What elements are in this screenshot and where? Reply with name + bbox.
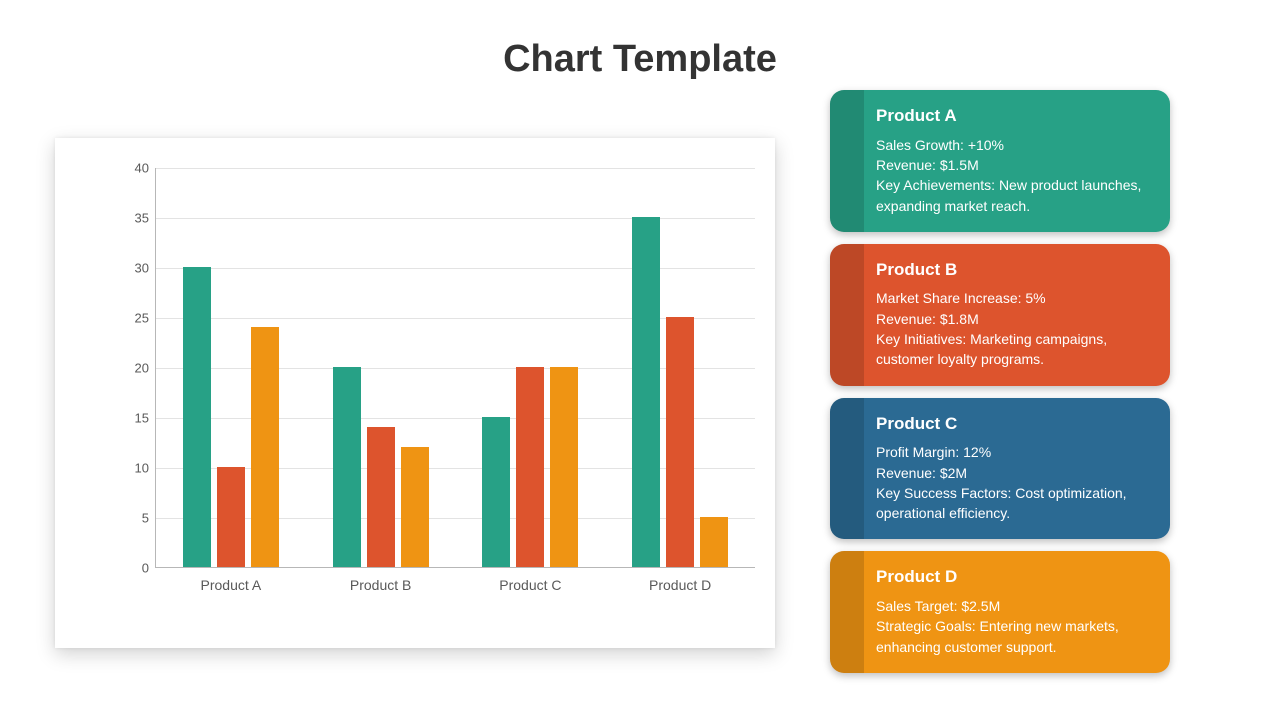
info-card: Product D Sales Target: $2.5MStrategic Go…	[830, 551, 1170, 673]
y-tick-label: 25	[115, 311, 149, 326]
bar-chart: 0510152025303540 Product AProduct BProdu…	[115, 168, 755, 588]
bar	[367, 427, 395, 567]
card-line: Key Success Factors: Cost optimization, …	[876, 483, 1150, 524]
card-line: Revenue: $1.5M	[876, 155, 1150, 175]
bar-group: Product C	[456, 168, 606, 567]
chart-panel: 0510152025303540 Product AProduct BProdu…	[55, 138, 775, 648]
x-tick-label: Product C	[456, 567, 606, 593]
bar	[217, 467, 245, 567]
card-line: Revenue: $2M	[876, 463, 1150, 483]
y-tick-label: 10	[115, 461, 149, 476]
plot-area: Product AProduct BProduct CProduct D	[155, 168, 755, 568]
x-tick-label: Product B	[306, 567, 456, 593]
y-tick-label: 35	[115, 211, 149, 226]
card-title: Product D	[876, 565, 1150, 590]
card-line: Market Share Increase: 5%	[876, 288, 1150, 308]
main: 0510152025303540 Product AProduct BProdu…	[0, 90, 1280, 720]
card-title: Product B	[876, 258, 1150, 283]
card-line: Key Initiatives: Marketing campaigns, cu…	[876, 329, 1150, 370]
card-title: Product A	[876, 104, 1150, 129]
bar-groups: Product AProduct BProduct CProduct D	[156, 168, 755, 567]
bar-group: Product B	[306, 168, 456, 567]
bar	[516, 367, 544, 567]
page: Chart Template 0 5 10 15 20 25 30 35 40 Product …	[0, 0, 1280, 720]
y-tick-label: 40	[115, 161, 149, 176]
y-tick-label: 0	[115, 561, 149, 576]
bar	[550, 367, 578, 567]
card-line: Sales Target: $2.5M	[876, 596, 1150, 616]
bar	[482, 417, 510, 567]
bar	[666, 317, 694, 567]
bar	[251, 327, 279, 567]
bar	[401, 447, 429, 567]
x-tick-label: Product D	[605, 567, 755, 593]
card-line: Strategic Goals: Entering new markets, e…	[876, 616, 1150, 657]
page-title: Chart Template	[0, 0, 1280, 81]
card-title: Product C	[876, 412, 1150, 437]
y-tick-label: 5	[115, 511, 149, 526]
bar	[700, 517, 728, 567]
y-tick-label: 20	[115, 361, 149, 376]
info-card: Product C Profit Margin: 12%Revenue: $2MK…	[830, 398, 1170, 540]
y-tick-label: 30	[115, 261, 149, 276]
info-card: Product A Sales Growth: +10%Revenue: $1.5…	[830, 90, 1170, 232]
bar-group: Product A	[156, 168, 306, 567]
bar	[333, 367, 361, 567]
bar	[183, 267, 211, 567]
x-tick-label: Product A	[156, 567, 306, 593]
info-cards: Product A Sales Growth: +10%Revenue: $1.5…	[830, 90, 1170, 673]
bar-group: Product D	[605, 168, 755, 567]
card-line: Key Achievements: New product launches, …	[876, 175, 1150, 216]
card-line: Sales Growth: +10%	[876, 135, 1150, 155]
y-tick-label: 15	[115, 411, 149, 426]
card-line: Revenue: $1.8M	[876, 309, 1150, 329]
card-line: Profit Margin: 12%	[876, 442, 1150, 462]
bar	[632, 217, 660, 567]
info-card: Product B Market Share Increase: 5%Revenu…	[830, 244, 1170, 386]
